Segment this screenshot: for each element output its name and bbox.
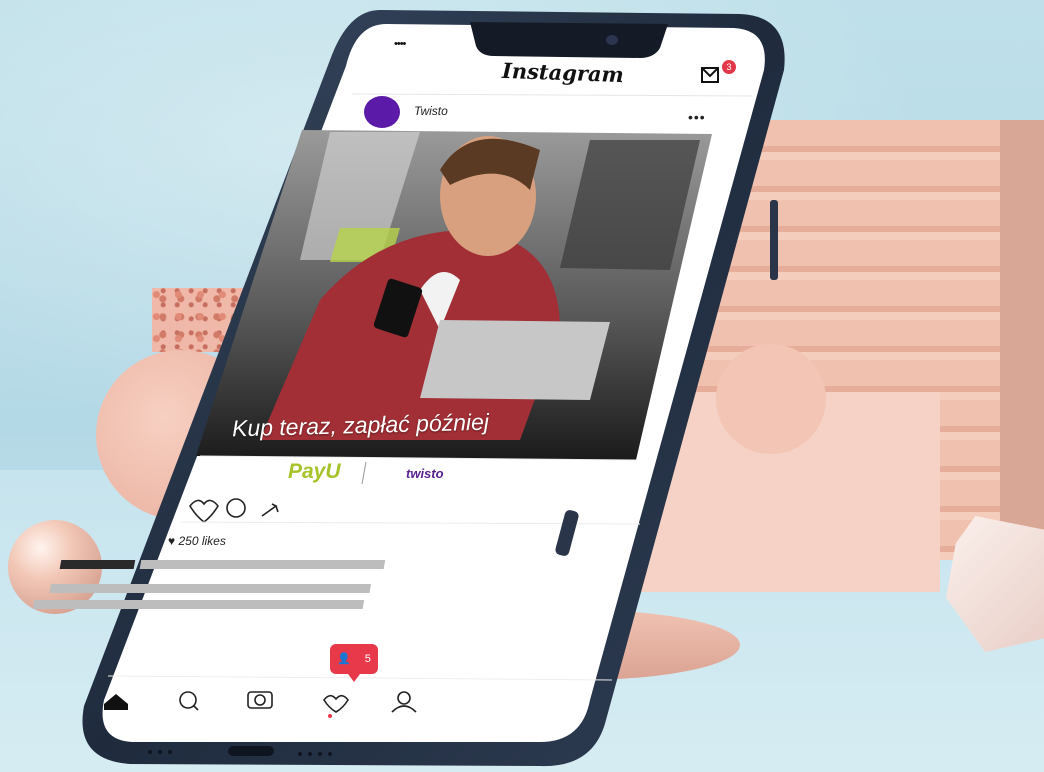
direct-message-icon[interactable] xyxy=(700,66,720,84)
avatar[interactable] xyxy=(364,96,400,128)
followers-icon: 👤 xyxy=(337,653,351,665)
post-username[interactable]: Twisto xyxy=(414,104,448,118)
nav-profile[interactable] xyxy=(390,688,420,714)
activity-notification[interactable]: 👤 5 xyxy=(330,644,378,674)
phone-illustration xyxy=(32,10,785,767)
nav-activity[interactable] xyxy=(320,688,350,714)
more-options-icon[interactable]: ••• xyxy=(688,109,706,125)
brand-twisto: twisto xyxy=(406,466,444,481)
dm-badge: 3 xyxy=(722,60,736,74)
likes-count: ♥ 250 likes xyxy=(168,534,226,548)
brand-payu: PayU xyxy=(288,460,341,483)
likes-text: 250 likes xyxy=(178,534,226,548)
app-title: Instagram xyxy=(501,57,625,88)
status-signal: •••• xyxy=(394,38,406,50)
nav-home[interactable] xyxy=(100,688,130,714)
comment-button[interactable] xyxy=(224,496,250,522)
nav-search[interactable] xyxy=(176,688,206,714)
share-button[interactable] xyxy=(258,496,284,522)
nav-camera[interactable] xyxy=(246,688,276,714)
like-button[interactable] xyxy=(186,496,220,522)
notification-count: 5 xyxy=(364,653,371,665)
